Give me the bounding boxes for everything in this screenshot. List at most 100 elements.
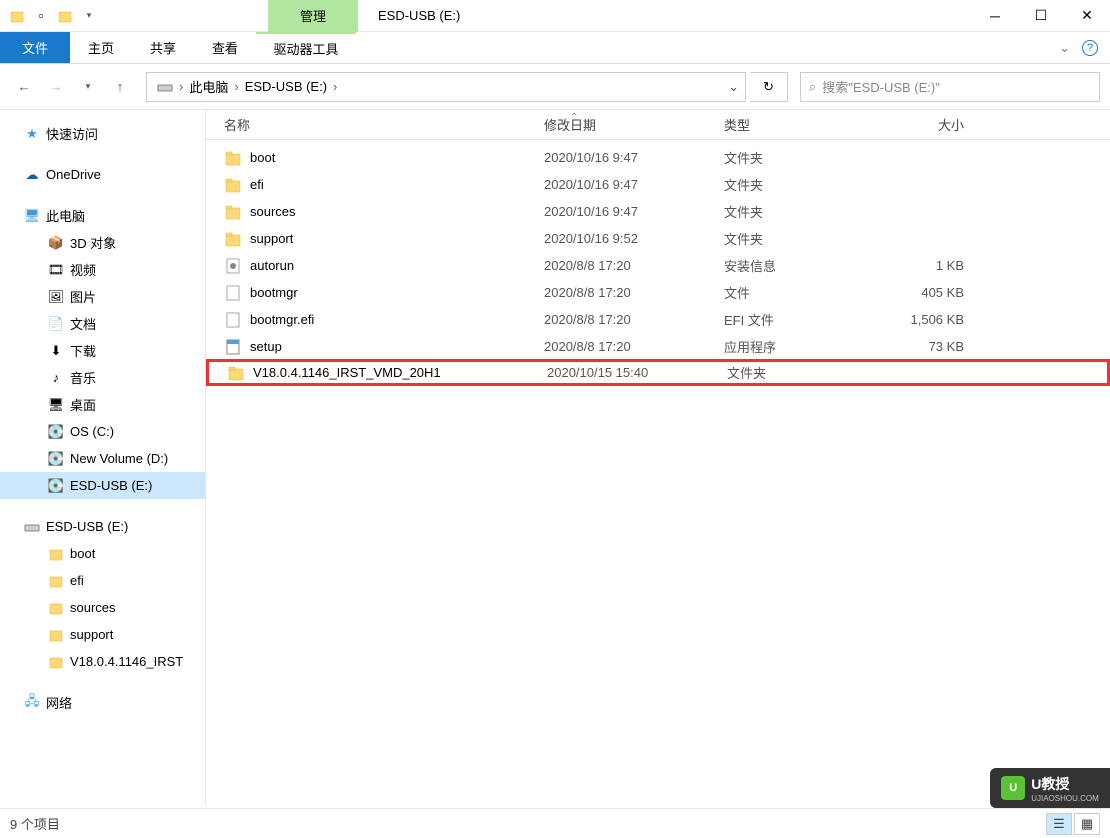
file-date: 2020/10/16 9:47 (544, 150, 724, 165)
breadcrumb-drive[interactable]: ESD-USB (E:) (241, 79, 331, 94)
sort-indicator-icon: ⌃ (570, 112, 578, 123)
tree-pc-child[interactable]: 💽New Volume (D:) (0, 445, 205, 472)
file-name: setup (250, 339, 282, 354)
tree-label: ESD-USB (E:) (46, 519, 128, 534)
new-folder-icon[interactable] (56, 7, 74, 25)
network-icon: 🖧 (24, 695, 40, 711)
nav-bar: ← → ▾ ↑ › 此电脑 › ESD-USB (E:) › ⌄ ↻ ⌕ 搜索"… (0, 64, 1110, 110)
file-row[interactable]: bootmgr 2020/8/8 17:20 文件 405 KB (206, 279, 1110, 306)
file-type: 文件夹 (724, 148, 874, 167)
tree-pc-child[interactable]: 💽ESD-USB (E:) (0, 472, 205, 499)
tree-label: 桌面 (70, 395, 96, 414)
tree-pc-child[interactable]: 📦3D 对象 (0, 229, 205, 256)
tab-share[interactable]: 共享 (132, 32, 194, 63)
file-row[interactable]: boot 2020/10/16 9:47 文件夹 (206, 144, 1110, 171)
file-row[interactable]: support 2020/10/16 9:52 文件夹 (206, 225, 1110, 252)
app-icon (8, 7, 26, 25)
contextual-tab-manage[interactable]: 管理 (268, 0, 358, 32)
tab-view[interactable]: 查看 (194, 32, 256, 63)
item-icon: 🖼 (48, 289, 64, 305)
file-date: 2020/8/8 17:20 (544, 285, 724, 300)
tree-drive-child[interactable]: support (0, 621, 205, 648)
tree-esd-usb-2[interactable]: ESD-USB (E:) (0, 513, 205, 540)
tree-label: New Volume (D:) (70, 451, 168, 466)
tree-drive-child[interactable]: V18.0.4.1146_IRST (0, 648, 205, 675)
file-type: 文件夹 (724, 175, 874, 194)
file-row[interactable]: autorun 2020/8/8 17:20 安装信息 1 KB (206, 252, 1110, 279)
file-row[interactable]: setup 2020/8/8 17:20 应用程序 73 KB (206, 333, 1110, 360)
tree-this-pc[interactable]: 🖥此电脑 (0, 202, 205, 229)
file-size: 1 KB (874, 258, 964, 273)
tree-onedrive[interactable]: ☁OneDrive (0, 161, 205, 188)
watermark-brand: U教授 (1031, 774, 1099, 794)
tree-pc-child[interactable]: 🖼图片 (0, 283, 205, 310)
tree-label: 快速访问 (46, 124, 98, 143)
tree-pc-child[interactable]: ♪音乐 (0, 364, 205, 391)
tree-label: 音乐 (70, 368, 96, 387)
item-icon: 💽 (48, 424, 64, 440)
column-headers: 名称 修改日期 类型 大小 ⌃ (206, 110, 1110, 140)
maximize-button[interactable]: ☐ (1018, 0, 1064, 32)
tab-home[interactable]: 主页 (70, 32, 132, 63)
tab-drive-tools[interactable]: 驱动器工具 (256, 32, 356, 63)
folder-icon (224, 230, 242, 248)
star-icon: ★ (24, 126, 40, 142)
watermark-badge-icon: U (1001, 776, 1025, 800)
thumbnails-view-button[interactable]: ▦ (1074, 813, 1100, 835)
file-size: 1,506 KB (874, 312, 964, 327)
search-icon: ⌕ (809, 79, 816, 95)
file-row[interactable]: V18.0.4.1146_IRST_VMD_20H1 2020/10/15 15… (206, 359, 1110, 386)
tree-drive-child[interactable]: sources (0, 594, 205, 621)
file-row[interactable]: bootmgr.efi 2020/8/8 17:20 EFI 文件 1,506 … (206, 306, 1110, 333)
tree-pc-child[interactable]: 💽 OS (C:) (0, 418, 205, 445)
search-input[interactable]: ⌕ 搜索"ESD-USB (E:)" (800, 72, 1100, 102)
chevron-right-icon[interactable]: › (331, 79, 339, 94)
file-row[interactable]: efi 2020/10/16 9:47 文件夹 (206, 171, 1110, 198)
recent-dropdown-icon[interactable]: ▾ (74, 73, 102, 101)
breadcrumb-pc[interactable]: 此电脑 (185, 77, 232, 96)
tree-drive-child[interactable]: efi (0, 567, 205, 594)
file-size: 405 KB (874, 285, 964, 300)
file-date: 2020/10/16 9:47 (544, 177, 724, 192)
details-view-button[interactable]: ☰ (1046, 813, 1072, 835)
breadcrumb-drive-icon[interactable] (153, 79, 177, 95)
tree-pc-child[interactable]: 🎞视频 (0, 256, 205, 283)
tree-label: efi (70, 573, 84, 588)
close-button[interactable]: ✕ (1064, 0, 1110, 32)
up-button[interactable]: ↑ (106, 73, 134, 101)
tab-file[interactable]: 文件 (0, 32, 70, 63)
address-dropdown-icon[interactable]: ⌄ (728, 79, 739, 95)
file-type: 文件 (724, 283, 874, 302)
file-type: 应用程序 (724, 337, 874, 356)
tree-pc-child[interactable]: 📄文档 (0, 310, 205, 337)
col-size[interactable]: 大小 (874, 115, 964, 134)
address-bar[interactable]: › 此电脑 › ESD-USB (E:) › ⌄ (146, 72, 746, 102)
chevron-right-icon[interactable]: › (232, 79, 240, 94)
back-button[interactable]: ← (10, 73, 38, 101)
file-type: 文件夹 (724, 202, 874, 221)
title-bar: ▫ ▾ 管理 ESD-USB (E:) ─ ☐ ✕ (0, 0, 1110, 32)
minimize-button[interactable]: ─ (972, 0, 1018, 32)
file-list: 名称 修改日期 类型 大小 ⌃ boot 2020/10/16 9:47 文件夹… (206, 110, 1110, 804)
file-row[interactable]: sources 2020/10/16 9:47 文件夹 (206, 198, 1110, 225)
tree-network[interactable]: 🖧网络 (0, 689, 205, 716)
col-name[interactable]: 名称 (224, 115, 544, 134)
chevron-right-icon[interactable]: › (177, 79, 185, 94)
refresh-button[interactable]: ↻ (750, 72, 788, 102)
expand-ribbon-icon[interactable]: ⌄ (1059, 40, 1070, 56)
tree-pc-child[interactable]: 🖥桌面 (0, 391, 205, 418)
col-type[interactable]: 类型 (724, 115, 874, 134)
tree-quick-access[interactable]: ★ 快速访问 (0, 120, 205, 147)
file-name: sources (250, 204, 296, 219)
qat-dropdown-icon[interactable]: ▾ (80, 7, 98, 25)
tree-pc-child[interactable]: ⬇下载 (0, 337, 205, 364)
folder-icon (224, 176, 242, 194)
forward-button[interactable]: → (42, 73, 70, 101)
properties-icon[interactable]: ▫ (32, 7, 50, 25)
status-bar: 9 个项目 ☰ ▦ (0, 808, 1110, 838)
folder-icon (48, 573, 64, 589)
file-name: autorun (250, 258, 294, 273)
tree-drive-child[interactable]: boot (0, 540, 205, 567)
tree-label: OS (C:) (70, 424, 114, 439)
help-icon[interactable]: ? (1082, 40, 1098, 56)
